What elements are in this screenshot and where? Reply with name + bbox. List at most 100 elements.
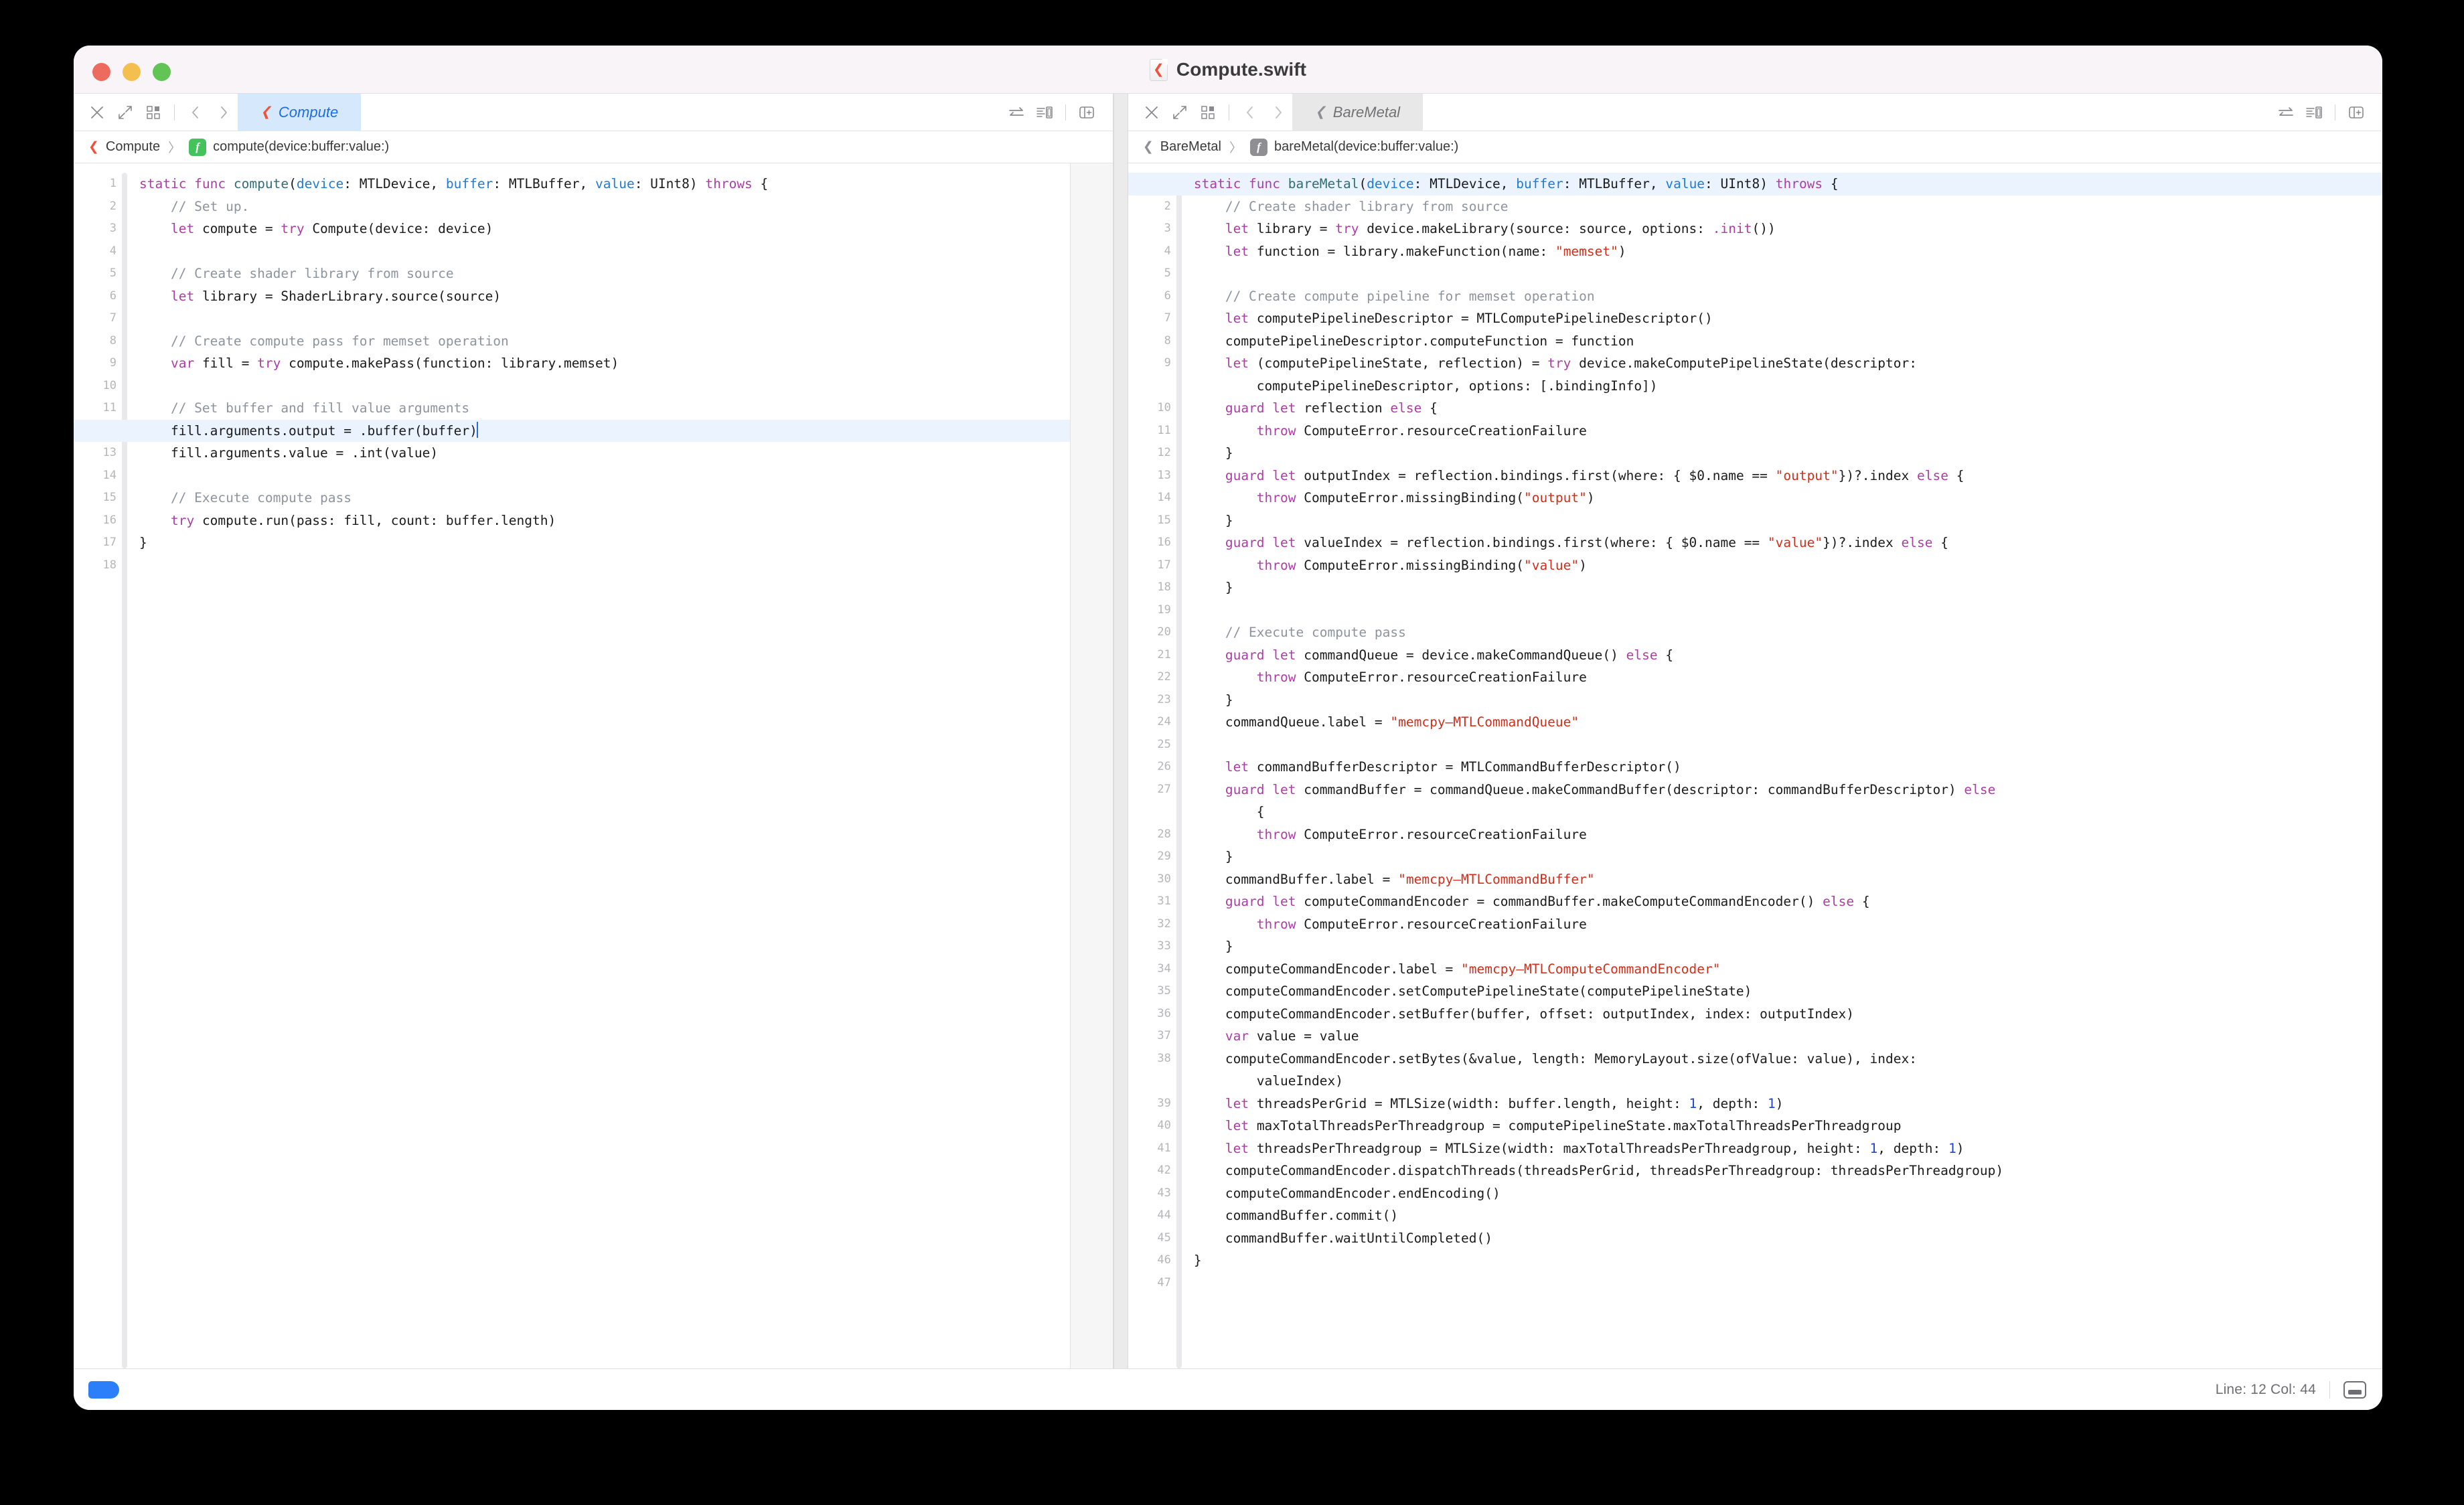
right-code-editor[interactable]: 1234567891011121314151617181920212223242…: [1128, 163, 2382, 1368]
close-icon[interactable]: [1138, 98, 1166, 127]
code-line[interactable]: [1194, 1272, 2382, 1295]
code-line[interactable]: var value = value: [1194, 1025, 2382, 1048]
code-line[interactable]: computeCommandEncoder.endEncoding(): [1194, 1182, 2382, 1205]
code-line[interactable]: commandQueue.label = "memcpy–MTLCommandQ…: [1194, 711, 2382, 734]
code-line[interactable]: [1194, 599, 2382, 622]
line-number: 7: [1128, 307, 1176, 330]
code-line[interactable]: }: [1194, 1249, 2382, 1272]
code-line[interactable]: let commandBufferDescriptor = MTLCommand…: [1194, 756, 2382, 779]
code-line[interactable]: [1194, 734, 2382, 757]
chevron-left-icon[interactable]: [1236, 98, 1264, 127]
code-line[interactable]: commandBuffer.commit(): [1194, 1204, 2382, 1227]
code-line[interactable]: fill.arguments.value = .int(value): [139, 442, 1113, 465]
code-line[interactable]: // Create shader library from source: [1194, 195, 2382, 218]
code-line[interactable]: throw ComputeError.resourceCreationFailu…: [1194, 913, 2382, 936]
code-line[interactable]: throw ComputeError.missingBinding("value…: [1194, 554, 2382, 577]
code-line[interactable]: try compute.run(pass: fill, count: buffe…: [139, 509, 1113, 532]
chevron-right-icon[interactable]: [1264, 98, 1292, 127]
left-code-editor[interactable]: 123456789101112131415161718 static func …: [74, 163, 1113, 1368]
code-line[interactable]: let compute = try Compute(device: device…: [139, 218, 1113, 240]
add-editor-icon[interactable]: [2342, 98, 2370, 127]
chevron-right-icon[interactable]: [210, 98, 238, 127]
add-editor-icon[interactable]: [1073, 98, 1101, 127]
code-line[interactable]: guard let commandQueue = device.makeComm…: [1194, 644, 2382, 667]
code-line[interactable]: [139, 375, 1113, 398]
breadcrumb-symbol[interactable]: bareMetal(device:buffer:value:): [1274, 139, 1458, 155]
code-line[interactable]: computeCommandEncoder.label = "memcpy–MT…: [1194, 958, 2382, 981]
code-line[interactable]: }: [1194, 846, 2382, 868]
code-line[interactable]: guard let computeCommandEncoder = comman…: [1194, 890, 2382, 913]
code-line[interactable]: throw ComputeError.resourceCreationFailu…: [1194, 823, 2382, 846]
code-line[interactable]: guard let valueIndex = reflection.bindin…: [1194, 532, 2382, 554]
minimap-icon[interactable]: [2300, 98, 2328, 127]
code-line[interactable]: fill.arguments.output = .buffer(buffer): [74, 420, 1113, 443]
code-line[interactable]: }: [1194, 442, 2382, 465]
code-line[interactable]: var fill = try compute.makePass(function…: [139, 352, 1113, 375]
code-line[interactable]: // Create shader library from source: [139, 262, 1113, 285]
code-line[interactable]: let maxTotalThreadsPerThreadgroup = comp…: [1194, 1115, 2382, 1137]
code-line[interactable]: }: [1194, 689, 2382, 712]
multiple-files-icon[interactable]: [1194, 98, 1222, 127]
minimap-icon[interactable]: [1030, 98, 1059, 127]
code-line[interactable]: let threadsPerGrid = MTLSize(width: buff…: [1194, 1093, 2382, 1115]
left-code-lines[interactable]: static func compute(device: MTLDevice, b…: [127, 163, 1113, 1368]
code-line[interactable]: [1194, 262, 2382, 285]
code-line[interactable]: commandBuffer.waitUntilCompleted(): [1194, 1227, 2382, 1250]
minimap-toggle-icon[interactable]: [2343, 1381, 2366, 1399]
right-code-lines[interactable]: static func bareMetal(device: MTLDevice,…: [1182, 163, 2382, 1368]
code-line[interactable]: // Execute compute pass: [1194, 621, 2382, 644]
code-line[interactable]: guard let outputIndex = reflection.bindi…: [1194, 465, 2382, 487]
code-line[interactable]: let (computePipelineState, reflection) =…: [1194, 352, 2382, 397]
code-line[interactable]: let library = try device.makeLibrary(sou…: [1194, 218, 2382, 240]
expand-icon[interactable]: [1166, 98, 1194, 127]
code-line[interactable]: }: [1194, 509, 2382, 532]
code-line[interactable]: static func bareMetal(device: MTLDevice,…: [1128, 173, 2382, 195]
code-line[interactable]: }: [1194, 935, 2382, 958]
breadcrumb-symbol[interactable]: compute(device:buffer:value:): [213, 139, 389, 155]
code-line[interactable]: // Set up.: [139, 195, 1113, 218]
code-line[interactable]: guard let reflection else {: [1194, 397, 2382, 420]
code-line[interactable]: // Create compute pipeline for memset op…: [1194, 285, 2382, 308]
code-token: guard let: [1225, 400, 1296, 416]
status-tag-icon[interactable]: [88, 1381, 119, 1399]
code-line[interactable]: throw ComputeError.resourceCreationFailu…: [1194, 420, 2382, 443]
line-number: 9: [1128, 352, 1176, 397]
split-divider[interactable]: [1113, 94, 1128, 1368]
code-line[interactable]: commandBuffer.label = "memcpy–MTLCommand…: [1194, 868, 2382, 891]
chevron-left-icon[interactable]: [181, 98, 210, 127]
code-line[interactable]: [139, 554, 1113, 577]
code-line[interactable]: // Create compute pass for memset operat…: [139, 330, 1113, 353]
code-line[interactable]: computePipelineDescriptor.computeFunctio…: [1194, 330, 2382, 353]
multiple-files-icon[interactable]: [139, 98, 167, 127]
close-icon[interactable]: [83, 98, 111, 127]
code-line[interactable]: computeCommandEncoder.setBytes(&value, l…: [1194, 1048, 2382, 1093]
code-line[interactable]: static func compute(device: MTLDevice, b…: [139, 173, 1113, 195]
code-token: computeCommandEncoder.endEncoding(): [1194, 1186, 1500, 1201]
code-line[interactable]: [139, 240, 1113, 263]
breadcrumb-file[interactable]: Compute: [106, 139, 160, 155]
code-line[interactable]: let computePipelineDescriptor = MTLCompu…: [1194, 307, 2382, 330]
code-line[interactable]: let threadsPerThreadgroup = MTLSize(widt…: [1194, 1137, 2382, 1160]
code-line[interactable]: let function = library.makeFunction(name…: [1194, 240, 2382, 263]
code-line[interactable]: throw ComputeError.missingBinding("outpu…: [1194, 487, 2382, 509]
code-line[interactable]: guard let commandBuffer = commandQueue.m…: [1194, 779, 2382, 823]
left-minimap[interactable]: [1070, 163, 1113, 1368]
breadcrumb-file[interactable]: BareMetal: [1160, 139, 1221, 155]
code-line[interactable]: [139, 307, 1113, 330]
code-line[interactable]: throw ComputeError.resourceCreationFailu…: [1194, 666, 2382, 689]
code-line[interactable]: computeCommandEncoder.setBuffer(buffer, …: [1194, 1003, 2382, 1026]
code-line[interactable]: // Execute compute pass: [139, 487, 1113, 509]
code-token: threadsPerThreadgroup = MTLSize(width: m…: [1249, 1141, 1869, 1156]
code-line[interactable]: computeCommandEncoder.dispatchThreads(th…: [1194, 1160, 2382, 1182]
code-line[interactable]: }: [1194, 576, 2382, 599]
code-line[interactable]: [139, 465, 1113, 487]
swap-arrows-icon[interactable]: [2272, 98, 2300, 127]
expand-icon[interactable]: [111, 98, 139, 127]
code-line[interactable]: }: [139, 532, 1113, 554]
code-line[interactable]: computeCommandEncoder.setComputePipeline…: [1194, 980, 2382, 1003]
code-line[interactable]: // Set buffer and fill value arguments: [139, 397, 1113, 420]
tab-compute[interactable]: ❮ Compute: [238, 94, 361, 131]
swap-arrows-icon[interactable]: [1002, 98, 1030, 127]
tab-baremetal[interactable]: ❮ BareMetal: [1292, 94, 1423, 131]
code-line[interactable]: let library = ShaderLibrary.source(sourc…: [139, 285, 1113, 308]
